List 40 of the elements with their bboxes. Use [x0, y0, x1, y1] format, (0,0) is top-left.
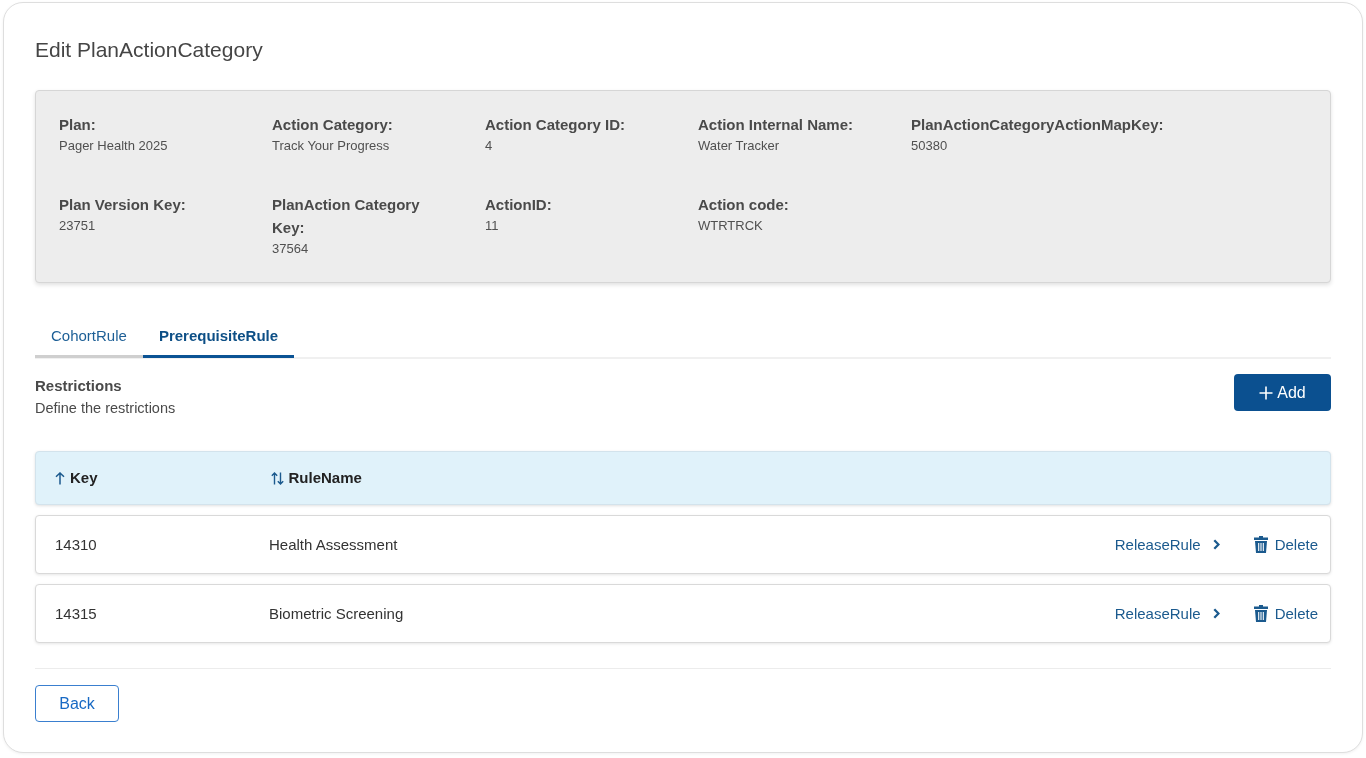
table-cell-text: Biometric Screening: [269, 603, 405, 624]
table-cell-text: 14315: [55, 603, 98, 624]
field-value: 50380: [911, 137, 948, 155]
field-label: Plan:: [59, 115, 96, 135]
field-label: ActionID:: [485, 194, 552, 215]
delete-button[interactable]: Delete: [1253, 534, 1318, 555]
chevron-right-icon: [1212, 539, 1220, 550]
section-title: Restrictions: [35, 376, 122, 396]
field-label: Action Category:: [272, 115, 393, 135]
field-value: 4: [485, 137, 493, 155]
field-label: PlanActionCategoryActionMapKey:: [911, 115, 1164, 135]
field-label: Action Category ID:: [485, 115, 625, 135]
delete-button[interactable]: Delete: [1253, 603, 1318, 624]
tab[interactable]: CohortRule: [35, 317, 143, 358]
field-value: Water Tracker: [698, 137, 780, 155]
field-label: Action Internal Name:: [698, 115, 854, 135]
column-header[interactable]: RuleName: [270, 468, 362, 488]
field-value: Track Your Progress: [272, 137, 390, 155]
table-cell-text: Health Assessment: [269, 534, 399, 555]
field-label: PlanAction Category Key:: [272, 194, 421, 238]
column-header[interactable]: Key: [55, 468, 98, 488]
add-button[interactable]: Add: [1234, 374, 1331, 411]
tab[interactable]: PrerequisiteRule: [142, 317, 295, 358]
release-rule-link[interactable]: ReleaseRule: [1114, 603, 1220, 624]
field-label: Action code:: [698, 194, 789, 215]
release-rule-link[interactable]: ReleaseRule: [1114, 534, 1220, 555]
field-label: Plan Version Key:: [59, 194, 186, 215]
field-value: WTRTRCK: [698, 216, 763, 235]
plus-icon: [1259, 385, 1274, 400]
page-title: Edit PlanActionCategory: [35, 37, 263, 63]
section-subtitle: Define the restrictions: [35, 399, 176, 418]
field-value: 23751: [59, 216, 96, 235]
field-value: 11: [485, 216, 499, 235]
chevron-right-icon: [1212, 608, 1220, 619]
table-cell-text: 14310: [55, 534, 98, 555]
field-value: Pager Health 2025: [59, 137, 168, 155]
trash-icon: [1253, 536, 1268, 553]
field-value: 37564: [272, 239, 309, 258]
back-button[interactable]: Back: [35, 685, 119, 722]
trash-icon: [1253, 605, 1268, 622]
